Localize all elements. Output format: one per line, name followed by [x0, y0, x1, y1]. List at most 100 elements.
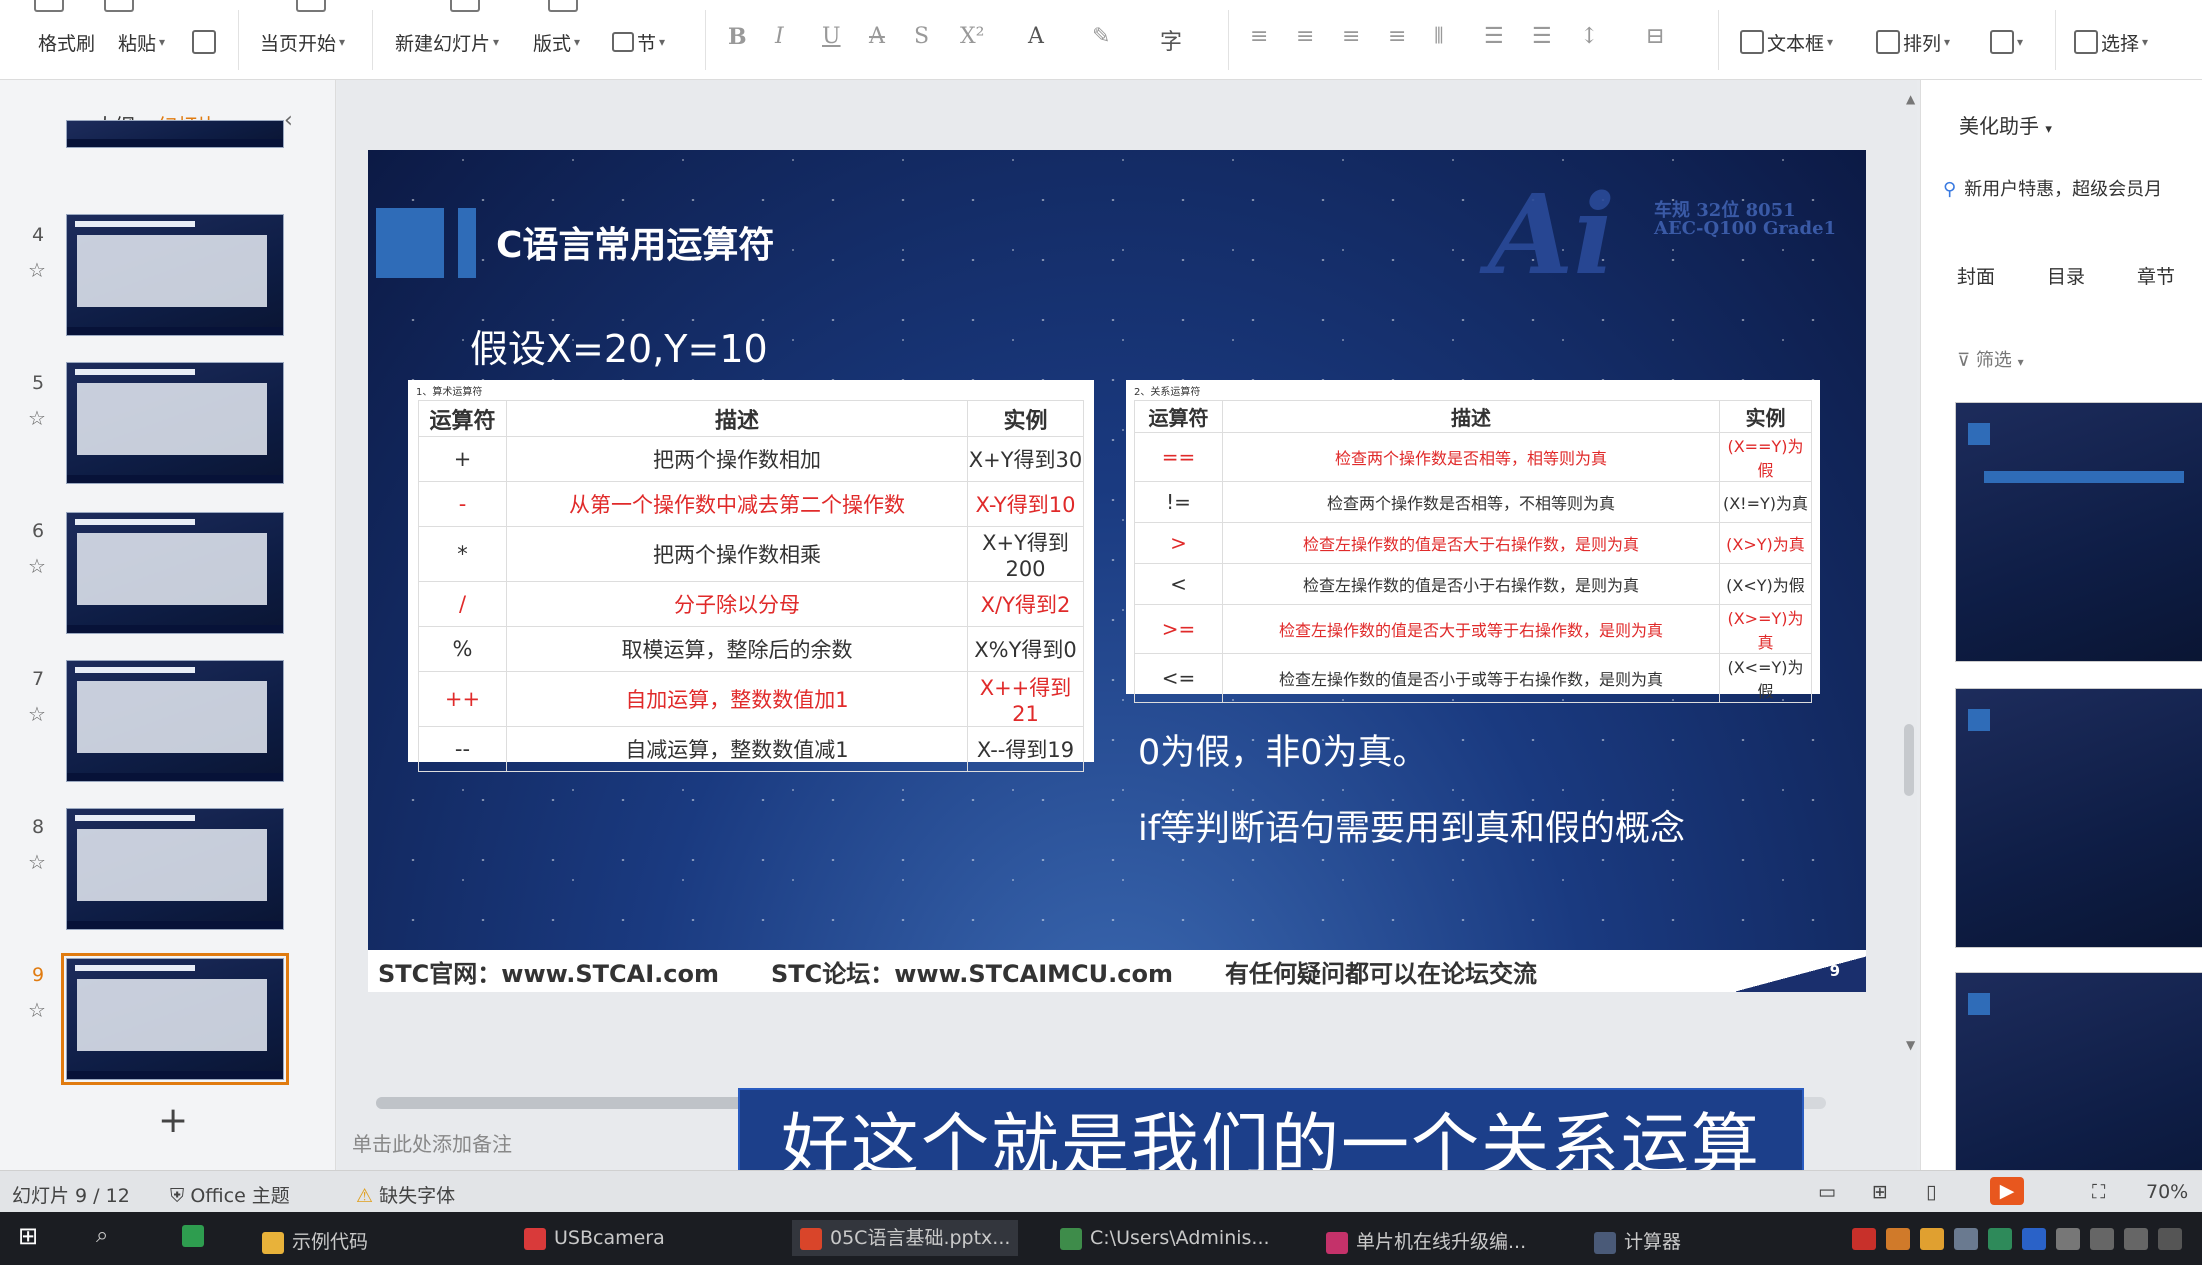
- collapse-panel-icon[interactable]: ‹: [284, 108, 293, 133]
- slide-number: 5: [32, 372, 45, 394]
- table-cell: X+Y得到200: [967, 526, 1084, 582]
- network-icon[interactable]: [2090, 1228, 2114, 1250]
- add-slide-button[interactable]: +: [158, 1100, 188, 1141]
- sorter-view-icon[interactable]: ⊞: [1872, 1181, 1888, 1203]
- scroll-down-icon[interactable]: ▼: [1906, 1038, 1915, 1052]
- star-icon[interactable]: ☆: [28, 258, 46, 282]
- tray-icon[interactable]: [1920, 1228, 1944, 1250]
- zoom-level[interactable]: 70%: [2146, 1181, 2188, 1203]
- normal-view-icon[interactable]: ▭: [1818, 1181, 1836, 1203]
- bold-button[interactable]: B: [728, 24, 747, 50]
- missing-font-button[interactable]: ⚠ 缺失字体: [356, 1181, 455, 1208]
- tab-toc[interactable]: 目录: [2047, 262, 2085, 289]
- section-button[interactable]: 节 ▾: [612, 22, 665, 62]
- font-color-button[interactable]: A: [1028, 24, 1044, 49]
- numbered-list-icon[interactable]: ☰: [1532, 24, 1552, 49]
- divider: [1718, 10, 1719, 70]
- theme-button[interactable]: ⛨ Office 主题: [170, 1181, 290, 1208]
- filter-label: 筛选: [1975, 350, 2012, 371]
- taskbar-item[interactable]: 计算器: [1594, 1227, 1681, 1254]
- copy-button[interactable]: [192, 22, 216, 62]
- table-cell: (X!=Y)为真: [1719, 481, 1812, 523]
- slide-thumbnail-9[interactable]: [61, 953, 289, 1085]
- fit-window-icon[interactable]: ⛶: [2092, 1181, 2105, 1203]
- scrollbar-thumb[interactable]: [1904, 724, 1914, 796]
- taskbar-item[interactable]: 示例代码: [262, 1227, 368, 1254]
- slide-thumbnail-6[interactable]: [66, 512, 284, 634]
- taskbar-item[interactable]: USBcamera: [524, 1227, 665, 1250]
- tray-icon[interactable]: [1988, 1228, 2012, 1250]
- underline-button[interactable]: U: [822, 24, 841, 49]
- scrollbar-thumb[interactable]: [376, 1097, 796, 1109]
- slide-thumbnail-3[interactable]: [66, 120, 284, 148]
- text-direction-icon[interactable]: ⊟: [1646, 24, 1664, 49]
- template-thumbnail[interactable]: [1955, 688, 2202, 948]
- current-slide[interactable]: C语言常用运算符 Ai 车规 32位 8051 AEC-Q100 Grade1 …: [368, 150, 1866, 992]
- shadow-button[interactable]: S: [914, 24, 929, 49]
- promo-banner[interactable]: ⚲ 新用户特惠，超级会员月: [1943, 175, 2162, 201]
- format-painter-button[interactable]: 格式刷: [38, 22, 95, 62]
- tab-chapter[interactable]: 章节: [2137, 262, 2175, 289]
- table-cell: X+Y得到30: [967, 436, 1084, 482]
- bluetooth-icon[interactable]: [2022, 1228, 2046, 1250]
- scroll-up-icon[interactable]: ▲: [1906, 92, 1915, 106]
- italic-button[interactable]: I: [775, 24, 784, 49]
- align-left-icon[interactable]: ≡: [1250, 24, 1268, 49]
- app-icon[interactable]: [182, 1224, 212, 1247]
- template-thumbnail[interactable]: [1955, 972, 2202, 1170]
- notes-placeholder[interactable]: 单击此处添加备注: [352, 1128, 512, 1157]
- slide-thumbnail-8[interactable]: [66, 808, 284, 930]
- arrange-button[interactable]: 排列 ▾: [1876, 22, 1950, 62]
- arithmetic-operators-table: 1、算术运算符 运算符 描述 实例 + 把两个操作数相加 X+Y得到30 - 从第一个…: [408, 380, 1094, 772]
- align-center-icon[interactable]: ≡: [1296, 24, 1314, 49]
- slide-thumbnail-4[interactable]: [66, 214, 284, 336]
- star-icon[interactable]: ☆: [28, 850, 46, 874]
- highlight-icon[interactable]: ✎: [1092, 24, 1110, 49]
- slide-thumbnail-5[interactable]: [66, 362, 284, 484]
- panel-title[interactable]: 美化助手 ▾: [1959, 110, 2052, 139]
- justify-icon[interactable]: ≡: [1388, 24, 1406, 49]
- start-icon[interactable]: ⊞: [18, 1222, 38, 1250]
- play-slideshow-icon[interactable]: ▶: [1990, 1177, 2024, 1205]
- tab-cover[interactable]: 封面: [1957, 262, 1995, 289]
- notification-icon[interactable]: [2158, 1228, 2182, 1250]
- layout-button[interactable]: 版式 ▾: [533, 22, 580, 62]
- template-thumbnail[interactable]: [1955, 402, 2202, 662]
- status-bar: 幻灯片 9 / 12 ⛨ Office 主题 ⚠ 缺失字体 ▭ ⊞ ▯ ▶ ⛶ …: [0, 1170, 2202, 1212]
- tray-icon[interactable]: [1954, 1228, 1978, 1250]
- taskbar-item[interactable]: C:\Users\Adminis...: [1060, 1227, 1270, 1250]
- bullet-list-icon[interactable]: ☰: [1484, 24, 1504, 49]
- volume-icon[interactable]: [2124, 1228, 2148, 1250]
- vertical-scrollbar[interactable]: ▲ ▼: [1900, 90, 1920, 1090]
- filter-button[interactable]: ⊽ 筛选 ▾: [1957, 346, 2024, 372]
- textbox-button[interactable]: 文本框 ▾: [1740, 22, 1833, 62]
- strikethrough-button[interactable]: A: [869, 24, 885, 49]
- star-icon[interactable]: ☆: [28, 702, 46, 726]
- paste-button[interactable]: 粘贴 ▾: [118, 22, 165, 62]
- tray-icon[interactable]: [2056, 1228, 2080, 1250]
- new-slide-button[interactable]: 新建幻灯片 ▾: [395, 22, 499, 62]
- from-current-button[interactable]: 当页开始 ▾: [260, 22, 345, 62]
- theme-icon: ⛨: [170, 1185, 185, 1207]
- star-icon[interactable]: ☆: [28, 406, 46, 430]
- taskbar-item-active[interactable]: 05C语言基础.pptx...: [792, 1220, 1019, 1256]
- line-spacing-icon[interactable]: ↕: [1580, 24, 1598, 49]
- distribute-icon[interactable]: ⦀: [1434, 24, 1444, 49]
- superscript-button[interactable]: X²: [960, 24, 984, 49]
- star-icon[interactable]: ☆: [28, 998, 46, 1022]
- align-right-icon[interactable]: ≡: [1342, 24, 1360, 49]
- tray-icon[interactable]: [1852, 1228, 1876, 1250]
- pinyin-icon[interactable]: 字: [1160, 24, 1182, 56]
- table-row: % 取模运算，整除后的余数 X%Y得到0: [418, 626, 1084, 672]
- reading-view-icon[interactable]: ▯: [1926, 1181, 1936, 1203]
- tray-icon[interactable]: [1886, 1228, 1910, 1250]
- select-button[interactable]: 选择 ▾: [2074, 22, 2148, 62]
- table-row: != 检查两个操作数是否相等，不相等则为真 (X!=Y)为真: [1134, 481, 1812, 523]
- taskbar-item[interactable]: 单片机在线升级编...: [1326, 1227, 1526, 1254]
- beautify-assistant-panel: 美化助手 ▾ ⚲ 新用户特惠，超级会员月 封面 目录 章节 ⊽ 筛选 ▾: [1920, 80, 2202, 1170]
- shape-fill-button[interactable]: ▾: [1990, 22, 2023, 62]
- slide-thumbnail-7[interactable]: [66, 660, 284, 782]
- star-icon[interactable]: ☆: [28, 554, 46, 578]
- folder-icon: [262, 1231, 284, 1254]
- search-icon[interactable]: ⌕: [96, 1223, 108, 1248]
